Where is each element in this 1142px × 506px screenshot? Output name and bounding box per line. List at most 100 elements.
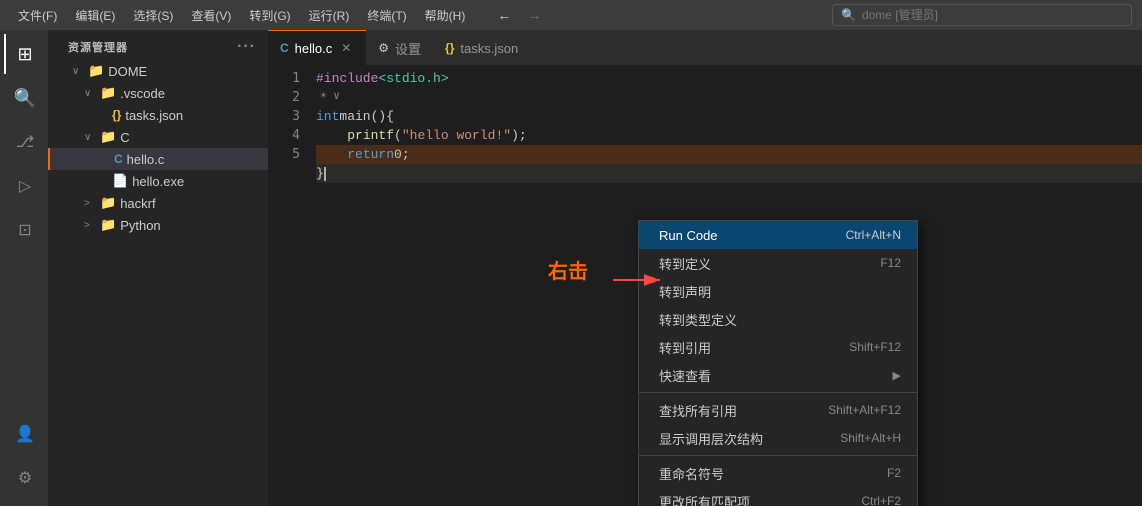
code-token: ); (511, 126, 527, 145)
activity-explorer[interactable]: ⊞ (4, 34, 44, 74)
code-editor[interactable]: 1 2 3 4 5 #include <stdio.h> ☀︎ ∨ int ma… (268, 65, 1142, 506)
activity-debug[interactable]: ▷ (4, 166, 44, 206)
editor-area: C hello.c ✕ ⚙ 设置 {} tasks.json 1 2 3 4 5 (268, 30, 1142, 506)
sidebar-item-hello-exe[interactable]: 📄 hello.exe (48, 170, 268, 192)
tab-settings-label: 设置 (395, 39, 421, 58)
tab-tasks-icon: {} (445, 41, 454, 55)
activity-accounts[interactable]: 👤 (4, 414, 44, 454)
back-button[interactable]: ← (491, 5, 517, 25)
vscode-icon: 📁 (100, 85, 116, 101)
tab-settings-icon: ⚙ (378, 41, 389, 55)
code-token: { (386, 107, 394, 126)
hello-c-icon: C (114, 152, 123, 166)
hackrf-arrow: > (84, 198, 96, 209)
menu-item-change-all[interactable]: 更改所有匹配项 Ctrl+F2 (639, 487, 917, 506)
menu-find-all-ref-shortcut: Shift+Alt+F12 (828, 403, 901, 417)
menu-goto-ref-shortcut: Shift+F12 (849, 340, 901, 354)
sidebar-item-dome[interactable]: ∨ 📁 DOME (48, 60, 268, 82)
code-token: ; (402, 145, 410, 164)
code-token (316, 145, 347, 164)
right-click-label: 右击 (548, 255, 588, 284)
tab-hello-c[interactable]: C hello.c ✕ (268, 30, 366, 65)
menu-item-rename[interactable]: 重命名符号 F2 (639, 459, 917, 487)
sidebar-item-c-folder[interactable]: ∨ 📁 C (48, 126, 268, 148)
code-token: <stdio.h> (378, 69, 448, 88)
code-token: #include (316, 69, 378, 88)
menu-rename-shortcut: F2 (887, 466, 901, 480)
python-icon: 📁 (100, 217, 116, 233)
code-token (316, 126, 347, 145)
code-token: 0 (394, 145, 402, 164)
tab-settings[interactable]: ⚙ 设置 (366, 30, 433, 65)
sidebar-item-vscode[interactable]: ∨ 📁 .vscode (48, 82, 268, 104)
menu-view[interactable]: 查看(V) (183, 5, 239, 26)
code-line-3: printf("hello world!"); (316, 126, 1142, 145)
menu-find-all-ref-label: 查找所有引用 (659, 401, 737, 420)
tab-tasks[interactable]: {} tasks.json (433, 30, 530, 65)
c-folder-icon: 📁 (100, 129, 116, 145)
code-token: return (347, 145, 394, 164)
menu-select[interactable]: 选择(S) (125, 5, 181, 26)
menu-item-run-code[interactable]: Run Code Ctrl+Alt+N (639, 221, 917, 249)
nav-buttons: ← → (491, 5, 547, 25)
menu-goto-def-shortcut: F12 (880, 256, 901, 270)
hello-exe-label: hello.exe (132, 174, 184, 189)
menu-item-goto-type[interactable]: 转到类型定义 (639, 305, 917, 333)
vscode-arrow: ∨ (84, 88, 96, 99)
python-label: Python (120, 218, 160, 233)
search-icon: 🔍 (841, 8, 856, 22)
python-arrow: > (84, 220, 96, 231)
search-input[interactable] (862, 8, 1123, 22)
right-click-arrow (608, 260, 668, 300)
menu-change-all-label: 更改所有匹配项 (659, 492, 750, 506)
forward-button[interactable]: → (521, 5, 547, 25)
menu-run[interactable]: 运行(R) (301, 5, 358, 26)
hackrf-icon: 📁 (100, 195, 116, 211)
menu-item-goto-decl[interactable]: 转到声明 (639, 277, 917, 305)
sidebar-item-hackrf[interactable]: > 📁 hackrf (48, 192, 268, 214)
menu-item-peek[interactable]: 快速查看 ▶ (639, 361, 917, 389)
tasks-icon: {} (112, 108, 121, 122)
sidebar-item-tasks[interactable]: {} tasks.json (48, 104, 268, 126)
dome-icon: 📁 (88, 63, 104, 79)
menu-show-calls-shortcut: Shift+Alt+H (840, 431, 901, 445)
sidebar-item-hello-c[interactable]: C hello.c (48, 148, 268, 170)
menu-item-show-calls[interactable]: 显示调用层次结构 Shift+Alt+H (639, 424, 917, 452)
menu-item-find-all-ref[interactable]: 查找所有引用 Shift+Alt+F12 (639, 396, 917, 424)
search-bar[interactable]: 🔍 (832, 4, 1132, 26)
menu-edit[interactable]: 编辑(E) (67, 5, 123, 26)
tab-tasks-label: tasks.json (460, 41, 518, 56)
menu-peek-label: 快速查看 (659, 366, 711, 385)
sidebar-tree: ∨ 📁 DOME ∨ 📁 .vscode {} tasks.json ∨ 📁 C (48, 60, 268, 506)
activity-search[interactable]: 🔍 (4, 78, 44, 118)
menu-help[interactable]: 帮助(H) (417, 5, 474, 26)
context-menu: Run Code Ctrl+Alt+N 转到定义 F12 转到声明 转到类型定义… (638, 220, 918, 506)
menu-separator-2 (639, 455, 917, 456)
tab-bar: C hello.c ✕ ⚙ 设置 {} tasks.json (268, 30, 1142, 65)
cursor (324, 167, 326, 181)
sidebar-header: 资源管理器 ··· (48, 30, 268, 60)
activity-bottom: 👤 ⚙ (4, 414, 44, 498)
code-line-4: return 0; (316, 145, 1142, 164)
activity-extensions[interactable]: ⊡ (4, 210, 44, 250)
activity-settings-gear[interactable]: ⚙ (4, 458, 44, 498)
menu-bar: 文件(F) 编辑(E) 选择(S) 查看(V) 转到(G) 运行(R) 终端(T… (10, 5, 473, 26)
menu-file[interactable]: 文件(F) (10, 5, 65, 26)
code-token: "hello world!" (402, 126, 511, 145)
main-layout: ⊞ 🔍 ⎇ ▷ ⊡ 👤 ⚙ 资源管理器 ··· ∨ 📁 DOME ∨ 📁 . (0, 30, 1142, 506)
title-bar: 文件(F) 编辑(E) 选择(S) 查看(V) 转到(G) 运行(R) 终端(T… (0, 0, 1142, 30)
menu-terminal[interactable]: 终端(T) (359, 5, 414, 26)
tab-hello-c-close[interactable]: ✕ (338, 40, 354, 56)
menu-item-goto-ref[interactable]: 转到引用 Shift+F12 (639, 333, 917, 361)
menu-item-goto-def[interactable]: 转到定义 F12 (639, 249, 917, 277)
menu-run-code-shortcut: Ctrl+Alt+N (846, 228, 901, 242)
sidebar-options[interactable]: ··· (237, 38, 256, 56)
menu-goto[interactable]: 转到(G) (241, 5, 298, 26)
menu-show-calls-label: 显示调用层次结构 (659, 429, 763, 448)
activity-source-control[interactable]: ⎇ (4, 122, 44, 162)
code-hint: ☀︎ ∨ (316, 88, 340, 107)
sidebar-item-python[interactable]: > 📁 Python (48, 214, 268, 236)
menu-run-code-label: Run Code (659, 228, 718, 243)
menu-goto-ref-label: 转到引用 (659, 338, 711, 357)
menu-rename-label: 重命名符号 (659, 464, 724, 483)
